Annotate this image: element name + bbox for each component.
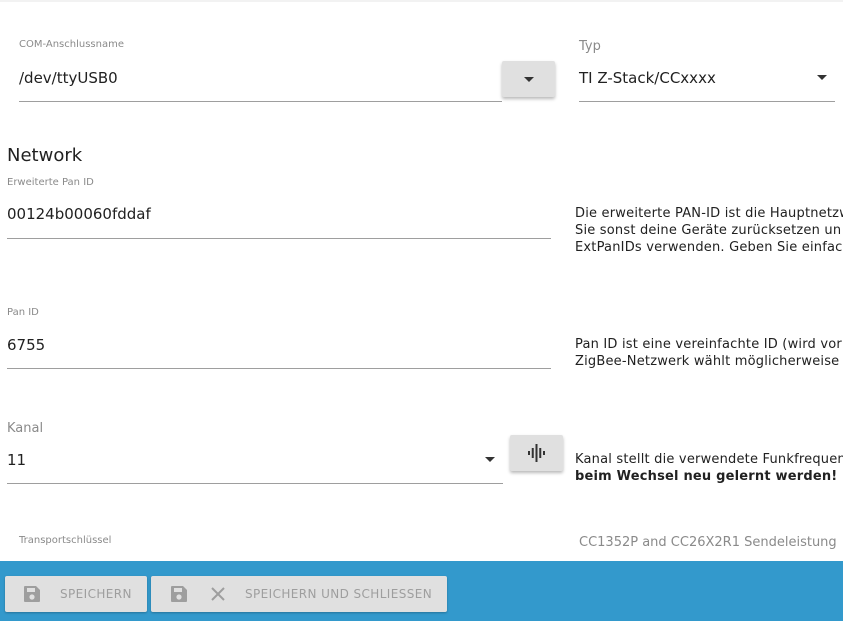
ext-pan-id-help-line: Die erweiterte PAN-ID ist die Hauptnetzw [575,206,843,221]
ext-pan-id-label: Erweiterte Pan ID [7,177,94,188]
pan-id-help: Pan ID ist eine vereinfachte ID (wird vo… [575,336,842,370]
type-underline [579,101,835,102]
network-section-title: Network [7,145,83,166]
channel-underline [7,483,503,484]
save-and-close-button[interactable]: SPEICHERN UND SCHLIESSEN [151,576,447,612]
ext-pan-id-help: Die erweiterte PAN-ID ist die Hauptnetzw… [575,205,843,256]
floppy-disk-icon [171,586,187,602]
com-port-underline [19,101,502,102]
bottom-toolbar: SPEICHERN SPEICHERN UND SCHLIESSEN [0,561,843,621]
close-x-icon [211,587,225,601]
power-label: CC1352P and CC26X2R1 Sendeleistung [579,535,837,550]
channel-label: Kanal [7,421,44,436]
top-divider [0,0,843,2]
ext-pan-id-input[interactable]: 00124b00060fddaf [7,205,151,223]
com-port-input[interactable]: /dev/ttyUSB0 [19,69,118,87]
channel-scan-button[interactable] [510,435,563,471]
ext-pan-id-underline [7,238,551,239]
transport-key-label: Transportschlüssel [19,535,112,546]
caret-down-icon [524,77,534,82]
pan-id-underline [7,368,551,369]
channel-help: Kanal stellt die verwendete Funkfrequen … [575,451,843,485]
type-select[interactable]: TI Z-Stack/CCxxxx [579,69,716,87]
save-button-label: SPEICHERN [60,587,132,601]
pan-id-help-line: ZigBee-Netzwerk wählt möglicherweise [575,354,840,369]
type-label: Typ [579,39,601,54]
pan-id-help-line: Pan ID ist eine vereinfachte ID (wird vo… [575,337,842,352]
floppy-disk-icon [24,586,40,602]
channel-help-warning: beim Wechsel neu gelernt werden! [575,469,838,484]
com-port-label: COM-Anschlussname [19,39,124,50]
pan-id-input[interactable]: 6755 [7,336,45,354]
save-and-close-button-label: SPEICHERN UND SCHLIESSEN [245,587,433,601]
com-port-dropdown-button[interactable] [502,61,555,97]
channel-help-line: Kanal stellt die verwendete Funkfrequen [575,452,843,467]
type-caret-down-icon[interactable] [817,75,827,80]
channel-caret-down-icon[interactable] [485,457,495,462]
save-button[interactable]: SPEICHERN [5,576,147,612]
channel-select[interactable]: 11 [7,451,26,469]
waveform-icon [528,444,545,462]
pan-id-label: Pan ID [7,307,39,318]
ext-pan-id-help-line: ExtPanIDs verwenden. Geben Sie einfach [575,240,843,255]
ext-pan-id-help-line: Sie sonst deine Geräte zurücksetzen un [575,223,842,238]
zigbee-settings-page: COM-Anschlussname /dev/ttyUSB0 Typ TI Z-… [0,0,843,621]
